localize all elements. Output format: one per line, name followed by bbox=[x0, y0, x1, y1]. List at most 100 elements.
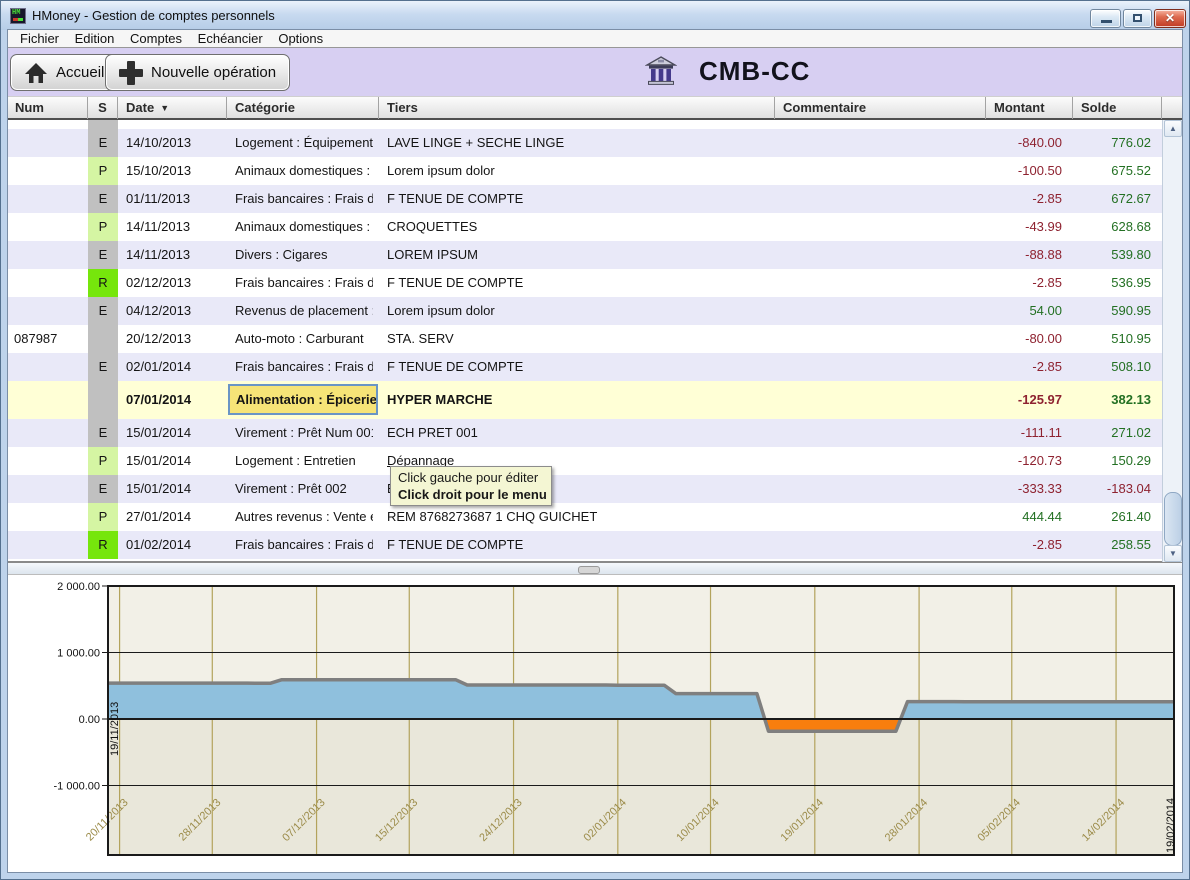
cell-solde: 150.29 bbox=[1073, 447, 1157, 475]
cell-status: E bbox=[88, 129, 118, 157]
menu-comptes[interactable]: Comptes bbox=[124, 30, 188, 46]
cell-commentaire bbox=[775, 120, 980, 129]
scroll-down-button[interactable]: ▼ bbox=[1164, 545, 1182, 562]
cell-solde: 261.40 bbox=[1073, 503, 1157, 531]
home-button-label: Accueil bbox=[56, 64, 104, 81]
cell-status: R bbox=[88, 531, 118, 559]
new-operation-button[interactable]: Nouvelle opération bbox=[105, 54, 290, 91]
cell-tiers: LOREM IPSUM bbox=[379, 241, 769, 269]
minimize-button[interactable] bbox=[1090, 9, 1121, 28]
cell-status: E bbox=[88, 297, 118, 325]
svg-text:2 000.00: 2 000.00 bbox=[57, 581, 100, 593]
table-row[interactable]: P15/10/2013Animaux domestiques : Vétérin… bbox=[8, 157, 1162, 185]
menu-fichier[interactable]: Fichier bbox=[14, 30, 65, 46]
cell-montant: -333.33 bbox=[986, 475, 1068, 503]
cell-solde: 508.10 bbox=[1073, 353, 1157, 381]
cell-num bbox=[8, 120, 86, 129]
cell-status: E bbox=[88, 475, 118, 503]
cell-categorie: Frais bancaires : Frais divers bbox=[227, 531, 373, 559]
cell-solde: 672.67 bbox=[1073, 185, 1157, 213]
table-row[interactable]: E14/10/2013Virement : Prêt Num 001ECH PR… bbox=[8, 120, 1162, 129]
table-row[interactable]: E15/01/2014Virement : Prêt 002E-333.33-1… bbox=[8, 475, 1162, 503]
column-header-commentaire[interactable]: Commentaire bbox=[775, 97, 986, 119]
table-row[interactable]: E14/10/2013Logement : Équipement du loge… bbox=[8, 129, 1162, 157]
column-header-s[interactable]: S bbox=[88, 97, 118, 119]
table-row[interactable]: E14/11/2013Divers : CigaresLOREM IPSUM-8… bbox=[8, 241, 1162, 269]
table-row[interactable]: P15/01/2014Logement : EntretienDépannage… bbox=[8, 447, 1162, 475]
column-header-tiers[interactable]: Tiers bbox=[379, 97, 775, 119]
cell-status: E bbox=[88, 185, 118, 213]
svg-text:0.00: 0.00 bbox=[79, 714, 100, 726]
cell-commentaire bbox=[775, 325, 980, 353]
plus-icon bbox=[119, 61, 143, 85]
cell-status: P bbox=[88, 447, 118, 475]
cell-status: E bbox=[88, 419, 118, 447]
cell-tiers: Lorem ipsum dolor bbox=[379, 297, 769, 325]
cell-categorie: Frais bancaires : Frais divers bbox=[227, 269, 373, 297]
close-button[interactable]: ✕ bbox=[1154, 9, 1186, 28]
cell-categorie: Revenus de placement : Rembour... bbox=[227, 297, 373, 325]
minimize-icon bbox=[1101, 20, 1112, 23]
cell-tiers: ECH PRET 001 bbox=[379, 120, 769, 129]
table-row[interactable]: E02/01/2014Frais bancaires : Frais diver… bbox=[8, 353, 1162, 381]
table-row[interactable]: E01/11/2013Frais bancaires : Frais diver… bbox=[8, 185, 1162, 213]
cell-solde: 271.02 bbox=[1073, 419, 1157, 447]
table-row[interactable]: P14/11/2013Animaux domestiques : Aliment… bbox=[8, 213, 1162, 241]
cell-date: 15/01/2014 bbox=[118, 447, 220, 475]
cell-montant: -80.00 bbox=[986, 325, 1068, 353]
cell-commentaire bbox=[775, 531, 980, 559]
home-button[interactable]: Accueil bbox=[10, 54, 118, 91]
cell-num bbox=[8, 419, 86, 447]
table-row[interactable]: R02/12/2013Frais bancaires : Frais diver… bbox=[8, 269, 1162, 297]
cell-status: E bbox=[88, 241, 118, 269]
cell-commentaire bbox=[775, 185, 980, 213]
restore-button[interactable] bbox=[1123, 9, 1152, 28]
cell-categorie: Autres revenus : Vente équipement... bbox=[227, 503, 373, 531]
table-row[interactable]: E15/01/2014Virement : Prêt Num 001ECH PR… bbox=[8, 419, 1162, 447]
cell-categorie: Divers : Cigares bbox=[227, 241, 373, 269]
cell-solde: 510.95 bbox=[1073, 325, 1157, 353]
new-operation-label: Nouvelle opération bbox=[151, 64, 276, 81]
menu-options[interactable]: Options bbox=[272, 30, 329, 46]
cell-categorie-editing[interactable]: Alimentation : Épicerie bbox=[228, 384, 378, 415]
cell-num bbox=[8, 447, 86, 475]
cell-num bbox=[8, 531, 86, 559]
cell-num bbox=[8, 241, 86, 269]
cell-status bbox=[88, 325, 118, 353]
tooltip-line1: Click gauche pour éditer bbox=[398, 469, 544, 486]
menu-echeancier[interactable]: Echéancier bbox=[192, 30, 269, 46]
cell-num bbox=[8, 129, 86, 157]
restore-icon bbox=[1133, 14, 1142, 22]
table-row[interactable]: 07/01/2014Alimentation : ÉpicerieHYPER M… bbox=[8, 381, 1162, 419]
cell-commentaire bbox=[775, 269, 980, 297]
balance-area-chart: 20/11/201328/11/201307/12/201315/12/2013… bbox=[8, 575, 1182, 872]
column-header-montant[interactable]: Montant bbox=[986, 97, 1073, 119]
cell-num bbox=[8, 269, 86, 297]
scrollbar-thumb[interactable] bbox=[1164, 492, 1182, 546]
cell-commentaire bbox=[775, 297, 980, 325]
balance-chart-panel: 20/11/201328/11/201307/12/201315/12/2013… bbox=[8, 575, 1182, 872]
column-header-date[interactable]: Date▼ bbox=[118, 97, 227, 119]
vertical-scrollbar[interactable]: ▲ ▼ bbox=[1162, 120, 1182, 562]
title-bar[interactable]: HM HMoney - Gestion de comptes personnel… bbox=[1, 1, 1189, 30]
menu-edition[interactable]: Edition bbox=[69, 30, 121, 46]
cell-montant: -43.99 bbox=[986, 213, 1068, 241]
table-row[interactable]: P27/01/2014Autres revenus : Vente équipe… bbox=[8, 503, 1162, 531]
cell-date: 15/01/2014 bbox=[118, 419, 220, 447]
cell-date: 20/12/2013 bbox=[118, 325, 220, 353]
column-header-num[interactable]: Num bbox=[8, 97, 88, 119]
table-row[interactable]: E04/12/2013Revenus de placement : Rembou… bbox=[8, 297, 1162, 325]
sort-desc-icon: ▼ bbox=[160, 103, 169, 113]
cell-montant: -2.85 bbox=[986, 353, 1068, 381]
column-header-categorie[interactable]: Catégorie bbox=[227, 97, 379, 119]
panel-splitter[interactable] bbox=[8, 562, 1182, 575]
cell-status: R bbox=[88, 269, 118, 297]
svg-text:19/11/2013: 19/11/2013 bbox=[109, 702, 121, 756]
scroll-up-button[interactable]: ▲ bbox=[1164, 120, 1182, 137]
column-header-solde[interactable]: Solde bbox=[1073, 97, 1162, 119]
cell-date: 14/11/2013 bbox=[118, 241, 220, 269]
table-row[interactable]: R01/02/2014Frais bancaires : Frais diver… bbox=[8, 531, 1162, 559]
cell-montant: -840.00 bbox=[986, 129, 1068, 157]
table-row[interactable]: 08798720/12/2013Auto-moto : CarburantSTA… bbox=[8, 325, 1162, 353]
cell-date: 27/01/2014 bbox=[118, 503, 220, 531]
